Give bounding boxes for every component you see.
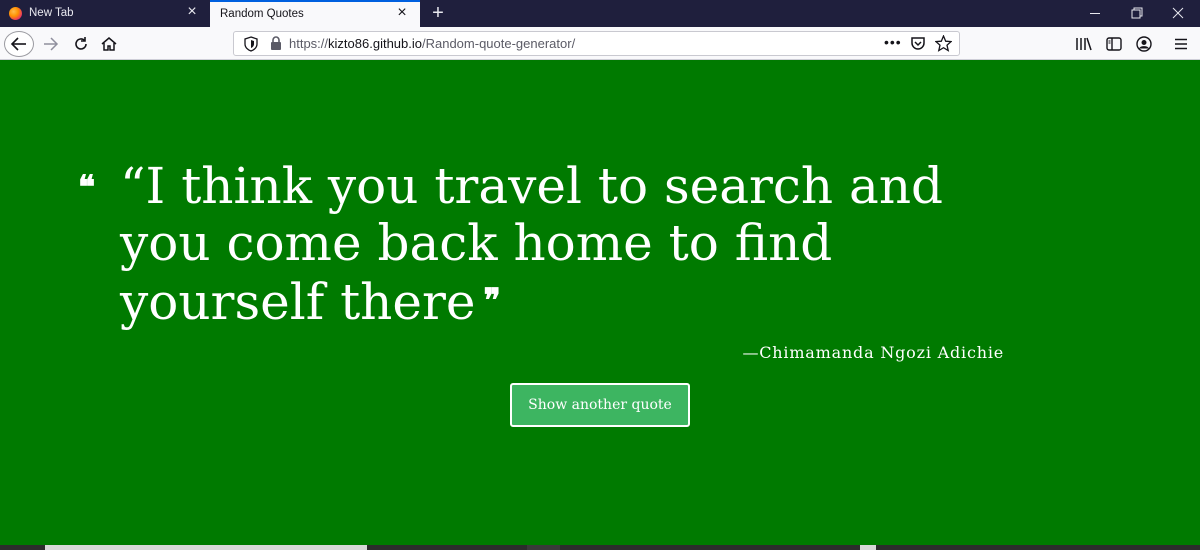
tab-bar: New Tab × Random Quotes × + — [0, 0, 1200, 27]
minimize-button[interactable] — [1075, 0, 1115, 27]
new-tab-button[interactable]: + — [428, 2, 448, 24]
home-button[interactable] — [96, 31, 122, 57]
quote-text: “I think you travel to search and you co… — [120, 157, 944, 331]
bottom-strip — [560, 545, 860, 550]
show-another-quote-button[interactable]: Show another quote — [510, 383, 690, 427]
tab-label: Random Quotes — [220, 8, 304, 20]
star-icon — [934, 34, 953, 52]
library-icon — [1076, 37, 1092, 51]
restore-icon — [1131, 7, 1143, 19]
page-actions-button[interactable]: ••• — [884, 34, 902, 50]
bottom-strip — [860, 545, 876, 550]
reload-button[interactable] — [68, 31, 94, 57]
window-close-button[interactable] — [1158, 0, 1198, 27]
sidebar-icon — [1106, 37, 1122, 51]
quote-left-icon: ❝ — [78, 168, 96, 206]
url-text[interactable]: https://kizto86.github.io/Random-quote-g… — [289, 36, 575, 51]
restore-button[interactable] — [1116, 0, 1156, 27]
lock-icon — [271, 36, 281, 50]
address-bar[interactable]: https://kizto86.github.io/Random-quote-g… — [233, 31, 960, 56]
quote-right-icon: ❞ — [483, 281, 501, 319]
navigation-toolbar: https://kizto86.github.io/Random-quote-g… — [0, 27, 1200, 60]
bottom-strip — [876, 545, 1200, 550]
firefox-icon — [9, 7, 22, 20]
close-icon — [1172, 7, 1184, 19]
site-info-button[interactable] — [270, 36, 282, 56]
home-icon — [101, 37, 117, 51]
hamburger-menu-icon — [1175, 38, 1187, 50]
shield-icon — [244, 36, 258, 52]
tab-random-quotes[interactable]: Random Quotes × — [210, 0, 420, 27]
url-path: /Random-quote-generator/ — [421, 36, 576, 51]
quote-text-block: “I think you travel to search and you co… — [120, 158, 1020, 331]
sidebar-button[interactable] — [1103, 33, 1125, 55]
quote-author: —Chimamanda Ngozi Adichie — [742, 343, 1004, 362]
forward-button[interactable] — [38, 31, 64, 57]
tab-new-tab[interactable]: New Tab × — [0, 0, 210, 27]
bottom-strip — [367, 545, 527, 550]
library-button[interactable] — [1073, 33, 1095, 55]
account-icon — [1136, 36, 1152, 52]
minimize-icon — [1090, 13, 1100, 14]
bottom-strip — [527, 545, 560, 550]
bookmark-button[interactable] — [934, 34, 953, 57]
back-button[interactable] — [4, 31, 34, 57]
reload-icon — [75, 37, 87, 50]
url-scheme: https:// — [289, 36, 329, 51]
tab-close-button[interactable]: × — [184, 4, 200, 20]
url-host: kizto86.github.io — [328, 36, 422, 51]
bottom-strip — [45, 545, 367, 550]
pocket-button[interactable] — [910, 36, 926, 56]
tab-label: New Tab — [29, 7, 74, 19]
menu-button[interactable] — [1170, 33, 1192, 55]
arrow-left-icon — [10, 37, 26, 51]
arrow-right-icon — [44, 37, 59, 51]
tab-close-button[interactable]: × — [394, 5, 410, 21]
account-button[interactable] — [1133, 33, 1155, 55]
page-content: ❝ “I think you travel to search and you … — [0, 60, 1200, 550]
tracking-protection-button[interactable] — [244, 36, 258, 57]
bottom-strip — [0, 545, 45, 550]
pocket-icon — [911, 37, 925, 50]
